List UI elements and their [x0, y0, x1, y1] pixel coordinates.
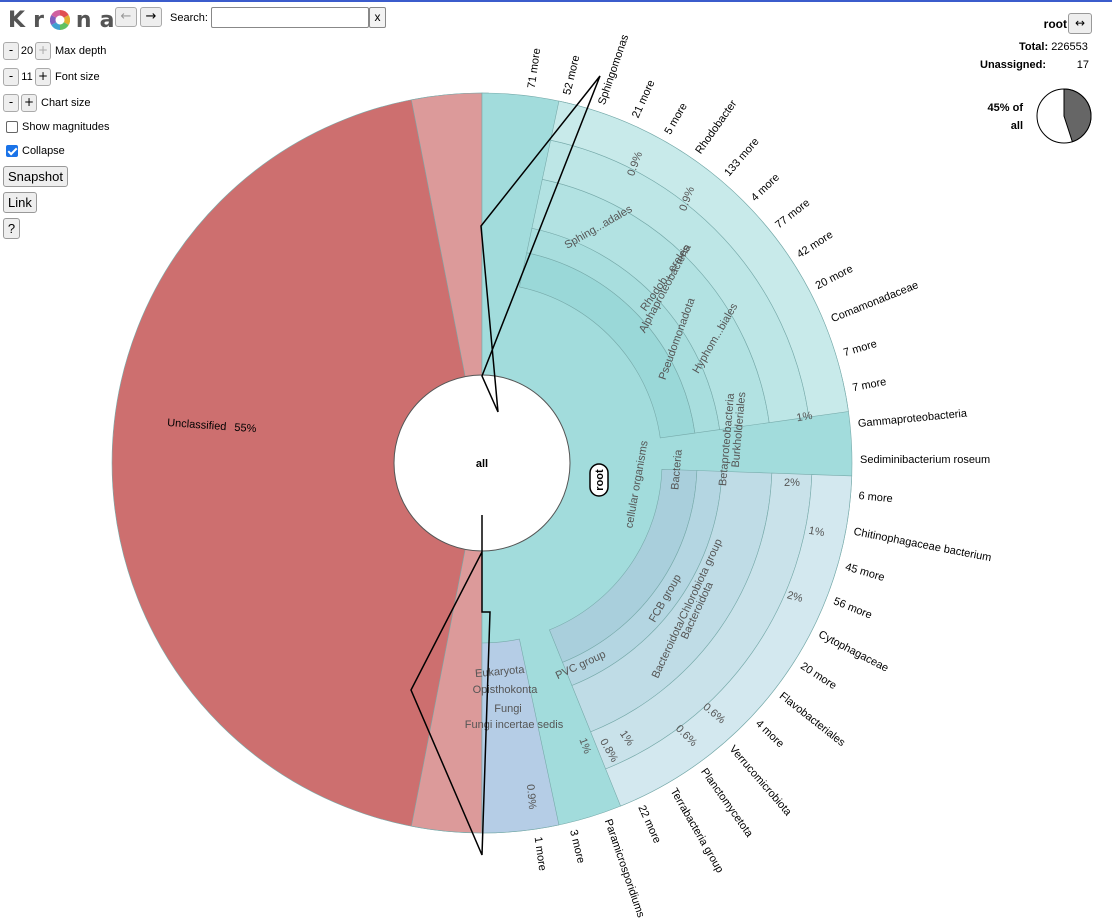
sunburst-chart[interactable]: 71 more 52 more Sphingomonas21 more 5 more R…	[0, 0, 1112, 920]
outer-taxon-label[interactable]: Sphingomonas	[596, 33, 631, 107]
inner-taxon-label[interactable]: Fungi incertae sedis	[465, 719, 564, 731]
outer-taxon-label[interactable]: 7 more	[842, 338, 878, 359]
outer-taxon-label[interactable]: 77 more	[773, 197, 812, 231]
outer-taxon-label[interactable]: 20 more	[814, 263, 855, 292]
outer-taxon-label[interactable]: 20 more	[798, 660, 838, 692]
outer-taxon-label[interactable]: 6 more	[858, 490, 893, 505]
outer-taxon-label[interactable]: Sediminibacterium roseum	[860, 454, 990, 466]
outer-taxon-label[interactable]: Gammaproteobacteria	[857, 408, 968, 430]
unclassified-percent: 55%	[234, 422, 257, 436]
outer-taxon-label[interactable]: 56 more	[832, 595, 874, 621]
outer-taxon-label[interactable]: Rhodobacter	[693, 98, 739, 157]
outer-taxon-label[interactable]: 4 more	[749, 172, 782, 204]
root-label-text: root	[594, 469, 606, 491]
percent-label: 2%	[784, 477, 800, 489]
outer-taxon-label[interactable]: 1 more	[532, 836, 549, 872]
center-label: all	[476, 458, 488, 470]
outer-taxon-label[interactable]: 21 more	[630, 78, 658, 120]
outer-taxon-label[interactable]: Chitinophagaceae bacterium	[853, 526, 993, 564]
outer-taxon-label[interactable]: 45 more	[844, 561, 886, 584]
outer-taxon-label[interactable]: 7 more	[851, 376, 887, 394]
outer-taxon-label[interactable]: Cytophagaceae	[816, 629, 890, 675]
percent-label: 0.9%	[524, 784, 538, 810]
outer-taxon-label[interactable]: 71 more	[526, 47, 544, 89]
outer-taxon-label[interactable]: Paramicrosporidiums	[602, 818, 647, 920]
outer-taxon-label[interactable]: Flavobacteriales	[777, 690, 848, 749]
outer-taxon-label[interactable]: 42 more	[795, 229, 835, 261]
outer-taxon-label[interactable]: Comamonadaceae	[829, 279, 920, 325]
outer-taxon-label[interactable]: 52 more	[561, 54, 582, 96]
outer-taxon-label[interactable]: 22 more	[635, 804, 663, 846]
outer-taxon-label[interactable]: 133 more	[722, 136, 761, 179]
root-node-label[interactable]: root	[589, 463, 609, 497]
outer-taxon-label[interactable]: Planctomycetota	[698, 766, 755, 840]
outer-taxon-label[interactable]: 3 more	[567, 829, 587, 865]
outer-taxon-label[interactable]: 5 more	[662, 101, 689, 137]
outer-taxon-label[interactable]: Terrabacteria group	[668, 786, 726, 875]
outer-taxon-label[interactable]: 4 more	[753, 718, 786, 750]
inner-taxon-label[interactable]: Fungi	[494, 703, 522, 715]
inner-taxon-label[interactable]: Opisthokonta	[473, 684, 539, 696]
